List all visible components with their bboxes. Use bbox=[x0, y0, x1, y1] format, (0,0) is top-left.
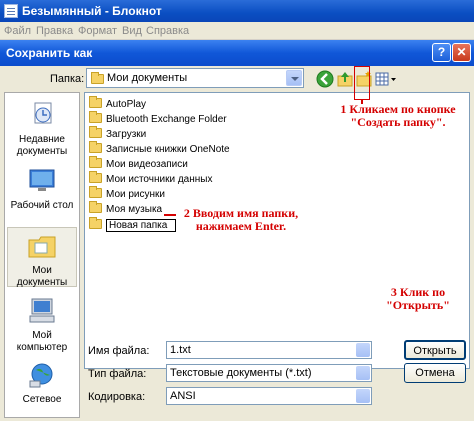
list-item[interactable]: Bluetooth Exchange Folder bbox=[89, 111, 227, 126]
menu-format[interactable]: Формат bbox=[78, 25, 117, 37]
list-item[interactable]: Мои видеозаписи bbox=[89, 156, 188, 171]
folder-icon bbox=[89, 96, 102, 109]
place-my-documents-label: Мои документы bbox=[16, 265, 68, 288]
filetype-select[interactable]: Текстовые документы (*.txt) bbox=[166, 364, 372, 382]
desktop-icon bbox=[29, 169, 55, 191]
encoding-value: ANSI bbox=[170, 390, 196, 402]
my-documents-icon bbox=[28, 236, 56, 258]
place-desktop[interactable]: Рабочий стол bbox=[7, 163, 77, 223]
filetype-label: Тип файла: bbox=[88, 368, 147, 380]
folder-label: Папка: bbox=[50, 73, 85, 85]
back-icon[interactable] bbox=[316, 70, 334, 88]
close-button[interactable]: ✕ bbox=[452, 43, 471, 62]
annotation-step-2: 2 Вводим имя папки, нажимаем Enter. bbox=[183, 206, 299, 233]
notepad-titlebar: Безымянный - Блокнот bbox=[0, 0, 474, 22]
folder-icon bbox=[89, 126, 102, 139]
video-folder-icon bbox=[89, 156, 102, 169]
notepad-menubar: Файл Правка Формат Вид Справка bbox=[0, 22, 474, 40]
place-my-documents[interactable]: Мои документы bbox=[7, 227, 77, 288]
annotation-pointer bbox=[164, 214, 176, 216]
views-menu-icon[interactable] bbox=[374, 70, 398, 88]
folder-icon bbox=[89, 111, 102, 124]
network-icon bbox=[29, 363, 53, 388]
notepad-icon bbox=[4, 4, 18, 18]
folder-select[interactable]: Мои документы bbox=[86, 68, 304, 88]
folder-icon bbox=[91, 72, 104, 84]
list-item[interactable]: Записные книжки OneNote bbox=[89, 141, 230, 156]
open-button[interactable]: Открыть bbox=[404, 340, 466, 360]
new-folder-highlight bbox=[354, 66, 370, 100]
list-item[interactable]: Загрузки bbox=[89, 126, 146, 141]
annotation-step-3: 3 Клик по "Открыть" bbox=[386, 285, 450, 312]
chevron-down-icon[interactable] bbox=[356, 389, 370, 403]
places-bar: Недавние документы Рабочий стол Мои доку… bbox=[4, 92, 80, 418]
list-item[interactable]: Моя музыка bbox=[89, 201, 162, 216]
place-network-label: Сетевое bbox=[22, 394, 62, 405]
filename-value: 1.txt bbox=[170, 344, 191, 356]
list-item[interactable]: Мои источники данных bbox=[89, 171, 212, 186]
folder-icon bbox=[89, 217, 102, 230]
place-recent[interactable]: Недавние документы bbox=[7, 97, 77, 157]
dialog-titlebar: Сохранить как ? ✕ bbox=[0, 40, 474, 66]
encoding-select[interactable]: ANSI bbox=[166, 387, 372, 405]
filetype-value: Текстовые документы (*.txt) bbox=[170, 367, 312, 379]
annotation-step-1: 1 Кликаем по кнопке "Создать папку". bbox=[340, 102, 456, 129]
dialog-title: Сохранить как bbox=[6, 46, 93, 60]
folder-icon bbox=[89, 141, 102, 154]
my-computer-icon bbox=[29, 298, 55, 323]
list-item[interactable]: Мои рисунки bbox=[89, 186, 165, 201]
list-item[interactable]: AutoPlay bbox=[89, 96, 146, 111]
place-my-computer[interactable]: Мой компьютер bbox=[7, 293, 77, 353]
pictures-folder-icon bbox=[89, 186, 102, 199]
help-button[interactable]: ? bbox=[432, 43, 451, 62]
chevron-down-icon[interactable] bbox=[356, 366, 370, 380]
recent-docs-icon bbox=[34, 102, 52, 124]
music-folder-icon bbox=[89, 201, 102, 214]
place-network[interactable]: Сетевое bbox=[7, 357, 77, 417]
place-recent-label: Недавние документы bbox=[16, 134, 68, 157]
data-folder-icon bbox=[89, 171, 102, 184]
place-my-computer-label: Мой компьютер bbox=[16, 330, 68, 353]
chevron-down-icon[interactable] bbox=[356, 343, 370, 357]
up-folder-icon[interactable] bbox=[336, 70, 354, 88]
encoding-label: Кодировка: bbox=[88, 391, 146, 403]
notepad-title: Безымянный - Блокнот bbox=[22, 4, 162, 18]
filename-label: Имя файла: bbox=[88, 345, 150, 357]
new-folder-item[interactable]: Новая папка bbox=[89, 217, 176, 232]
chevron-down-icon[interactable] bbox=[286, 70, 302, 86]
new-folder-name-input[interactable]: Новая папка bbox=[106, 219, 176, 232]
filename-input[interactable]: 1.txt bbox=[166, 341, 372, 359]
menu-help[interactable]: Справка bbox=[146, 25, 189, 37]
menu-edit[interactable]: Правка bbox=[36, 25, 73, 37]
folder-value: Мои документы bbox=[107, 72, 188, 84]
cancel-button[interactable]: Отмена bbox=[404, 363, 466, 383]
place-desktop-label: Рабочий стол bbox=[10, 200, 74, 211]
menu-file[interactable]: Файл bbox=[4, 25, 31, 37]
menu-view[interactable]: Вид bbox=[122, 25, 142, 37]
